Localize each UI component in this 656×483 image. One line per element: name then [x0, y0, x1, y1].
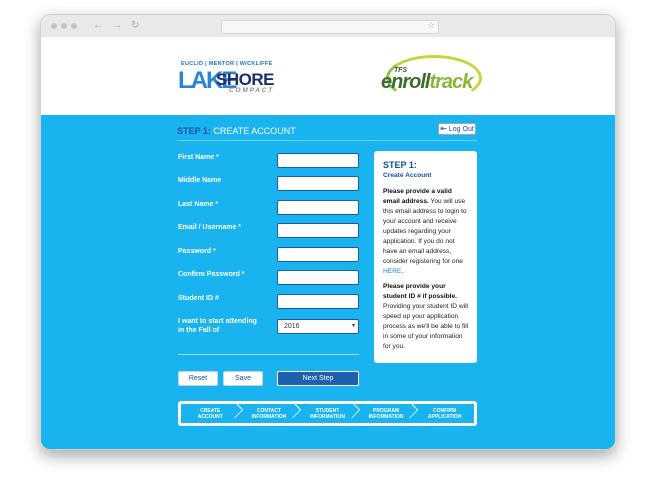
logo-compact: COMPACT [229, 87, 274, 94]
browser-window: ← → ↻ ☆ EUCLID | MENTOR | WICKLIFFE LAKE… [40, 14, 616, 450]
progress-track: CREATE ACCOUNT CONTACT INFORMATION STUDENT… [181, 404, 474, 423]
progress-step-create-account: CREATE ACCOUNT [181, 404, 240, 423]
reset-button[interactable]: Reset [178, 371, 218, 386]
logo-enroll-text: enroll [381, 71, 430, 93]
form-divider [178, 354, 359, 355]
bookmark-star-icon[interactable]: ☆ [427, 20, 435, 31]
first-name-label: First Name * [178, 154, 219, 161]
progress-step-student-information: STUDENT INFORMATION [298, 404, 357, 423]
help-subtitle: Create Account [383, 172, 432, 179]
confirm-password-row: Confirm Password * [178, 270, 363, 286]
progress-steps: CREATE ACCOUNT CONTACT INFORMATION STUDENT… [178, 401, 477, 426]
page-title: STEP 1: CREATE ACCOUNT [177, 125, 296, 137]
minimize-dot[interactable] [61, 23, 67, 29]
start-term-row: I want to start attending in the Fall of… [178, 317, 363, 337]
progress-step-contact-information: CONTACT INFORMATION [240, 404, 299, 423]
chevron-down-icon: ▾ [351, 323, 355, 329]
save-button[interactable]: Save [223, 371, 263, 386]
password-label: Password * [178, 248, 216, 255]
help-title: STEP 1: [383, 160, 417, 170]
confirm-password-label: Confirm Password * [178, 271, 245, 278]
maximize-dot[interactable] [71, 23, 77, 29]
tfs-enrolltrack-logo: TFS enrolltrack [378, 53, 484, 109]
progress-step-line2: INFORMATION [310, 413, 345, 420]
email-label: Email / Username * [178, 224, 242, 231]
email-row: Email / Username * [178, 223, 363, 239]
help-student-id-text: Providing your student ID will speed up … [383, 303, 469, 350]
password-row: Password * [178, 247, 363, 263]
progress-step-confirm-application: CONFIRM APPLICATION [415, 404, 474, 423]
lakeshore-compact-logo: EUCLID | MENTOR | WICKLIFFE LAKE SHORE C… [176, 61, 276, 105]
middle-name-input[interactable] [277, 176, 359, 191]
browser-toolbar: ← → ↻ ☆ [41, 15, 615, 38]
help-student-id-bold: Please provide your student ID # if poss… [383, 283, 458, 300]
site-header: EUCLID | MENTOR | WICKLIFFE LAKE SHORE C… [41, 37, 615, 115]
email-field[interactable] [277, 223, 359, 238]
last-name-input[interactable] [277, 200, 359, 215]
middle-name-row: Middle Name [178, 176, 363, 192]
logo-track-text: track [429, 71, 473, 93]
start-term-label: I want to start attending in the Fall of [178, 318, 257, 334]
student-id-row: Student ID # [178, 294, 363, 310]
window-controls [51, 23, 77, 29]
last-name-row: Last Name * [178, 200, 363, 216]
register-here-link[interactable]: HERE [383, 268, 401, 275]
start-year-select[interactable]: 2016 ▾ [277, 319, 359, 334]
progress-step-line2: INFORMATION [251, 413, 287, 420]
help-panel: STEP 1: Create Account Please provide a … [374, 151, 477, 363]
password-field[interactable] [277, 247, 359, 262]
title-divider [177, 140, 477, 141]
browser-nav: ← → ↻ [93, 20, 139, 32]
first-name-input[interactable] [277, 153, 359, 168]
step-number: STEP 1: [177, 126, 211, 136]
logout-icon: ⇤ [440, 124, 447, 133]
next-step-button[interactable]: Next Step [277, 371, 359, 386]
progress-step-line2: APPLICATION [427, 413, 462, 420]
student-id-label: Student ID # [178, 295, 219, 302]
forward-arrow-icon[interactable]: → [112, 20, 122, 32]
help-email-text: You will use this email address to login… [383, 198, 467, 265]
logo-enrolltrack: enrolltrack [381, 71, 473, 94]
confirm-password-field[interactable] [277, 270, 359, 285]
help-email-end: . [401, 268, 404, 275]
last-name-label: Last Name * [178, 201, 219, 208]
start-year-value: 2016 [284, 323, 300, 330]
logout-label: Log Out [448, 125, 474, 133]
close-dot[interactable] [51, 23, 57, 29]
back-arrow-icon[interactable]: ← [93, 20, 103, 32]
progress-step-line2: INFORMATION [368, 413, 404, 420]
address-bar[interactable]: ☆ [221, 20, 439, 34]
help-student-id-paragraph: Please provide your student ID # if poss… [383, 282, 469, 352]
logout-button[interactable]: ⇤ Log Out [438, 123, 476, 135]
student-id-input[interactable] [277, 294, 359, 309]
form-panel: STEP 1: CREATE ACCOUNT ⇤ Log Out First N… [41, 115, 615, 449]
reload-icon[interactable]: ↻ [131, 20, 139, 32]
progress-step-line2: ACCOUNT [197, 413, 223, 420]
help-email-paragraph: Please provide a valid email address. Yo… [383, 187, 469, 277]
step-title-text: CREATE ACCOUNT [213, 126, 296, 136]
progress-step-program-information: PROGRAM INFORMATION [357, 404, 416, 423]
middle-name-label: Middle Name [178, 177, 222, 184]
first-name-row: First Name * [178, 153, 363, 169]
